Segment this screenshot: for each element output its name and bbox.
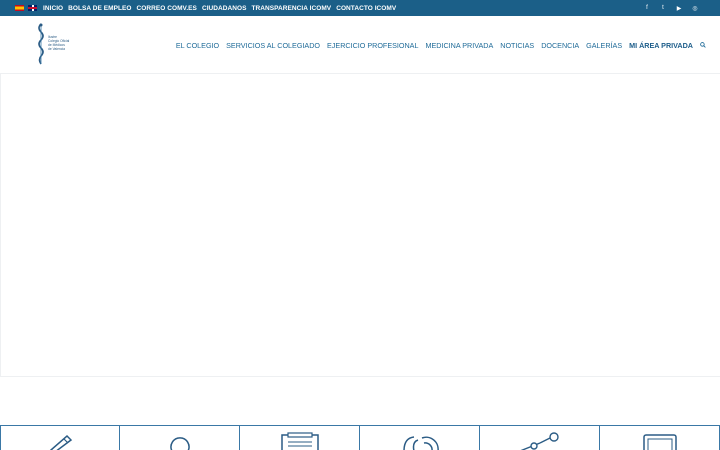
clipboard-icon xyxy=(280,432,319,450)
service-box-5[interactable] xyxy=(480,425,600,450)
logo-text: Ilustre Colegio Oficial de Médicos de Va… xyxy=(48,35,70,51)
monitor-icon xyxy=(642,434,677,450)
service-box-6[interactable] xyxy=(600,425,720,450)
social-links: f t ▶ ◎ xyxy=(644,0,698,16)
nav-mi-area-privada[interactable]: MI ÁREA PRIVADA xyxy=(629,41,693,50)
main-nav: EL COLEGIO SERVICIOS AL COLEGIADO EJERCI… xyxy=(169,16,693,74)
youtube-icon[interactable]: ▶ xyxy=(676,5,682,12)
search-icon[interactable] xyxy=(700,42,706,48)
hero-slider xyxy=(0,74,720,377)
top-link-bolsa-de-empleo[interactable]: BOLSA DE EMPLEO xyxy=(68,5,131,12)
top-links: INICIO BOLSA DE EMPLEO CORREO COMV.ES CI… xyxy=(43,5,401,12)
service-boxes xyxy=(0,425,720,450)
network-icon xyxy=(520,432,559,450)
nav-servicios-al-colegiado[interactable]: SERVICIOS AL COLEGIADO xyxy=(226,41,320,50)
instagram-icon[interactable]: ◎ xyxy=(692,5,698,12)
nav-el-colegio[interactable]: EL COLEGIO xyxy=(176,41,219,50)
service-box-1[interactable] xyxy=(0,425,120,450)
nav-noticias[interactable]: NOTICIAS xyxy=(500,41,534,50)
nav-medicina-privada[interactable]: MEDICINA PRIVADA xyxy=(425,41,493,50)
top-link-ciudadanos[interactable]: CIUDADANOS xyxy=(202,5,247,12)
nav-docencia[interactable]: DOCENCIA xyxy=(541,41,579,50)
service-box-3[interactable] xyxy=(240,425,360,450)
facebook-icon[interactable]: f xyxy=(644,5,650,11)
pencil-icon xyxy=(49,434,73,450)
top-link-transparencia[interactable]: TRANSPARENCIA ICOMV xyxy=(252,5,332,12)
contact-icon xyxy=(402,436,439,450)
site-logo[interactable]: Ilustre Colegio Oficial de Médicos de Va… xyxy=(33,22,83,66)
twitter-icon[interactable]: t xyxy=(660,5,666,11)
lightbulb-icon xyxy=(169,437,190,450)
top-bar: INICIO BOLSA DE EMPLEO CORREO COMV.ES CI… xyxy=(0,0,720,16)
service-box-2[interactable] xyxy=(120,425,240,450)
site-header: Ilustre Colegio Oficial de Médicos de Va… xyxy=(0,16,720,74)
service-box-4[interactable] xyxy=(360,425,480,450)
top-link-inicio[interactable]: INICIO xyxy=(43,5,63,12)
spanish-flag-icon[interactable] xyxy=(15,5,24,11)
nav-galerias[interactable]: GALERÍAS xyxy=(586,41,622,50)
english-flag-icon[interactable] xyxy=(28,5,37,11)
nav-ejercicio-profesional[interactable]: EJERCICIO PROFESIONAL xyxy=(327,41,418,50)
top-link-correo[interactable]: CORREO COMV.ES xyxy=(137,5,197,12)
top-link-contacto[interactable]: CONTACTO ICOMV xyxy=(336,5,396,12)
caduceus-logo-icon xyxy=(38,23,44,65)
language-selector xyxy=(15,5,37,11)
